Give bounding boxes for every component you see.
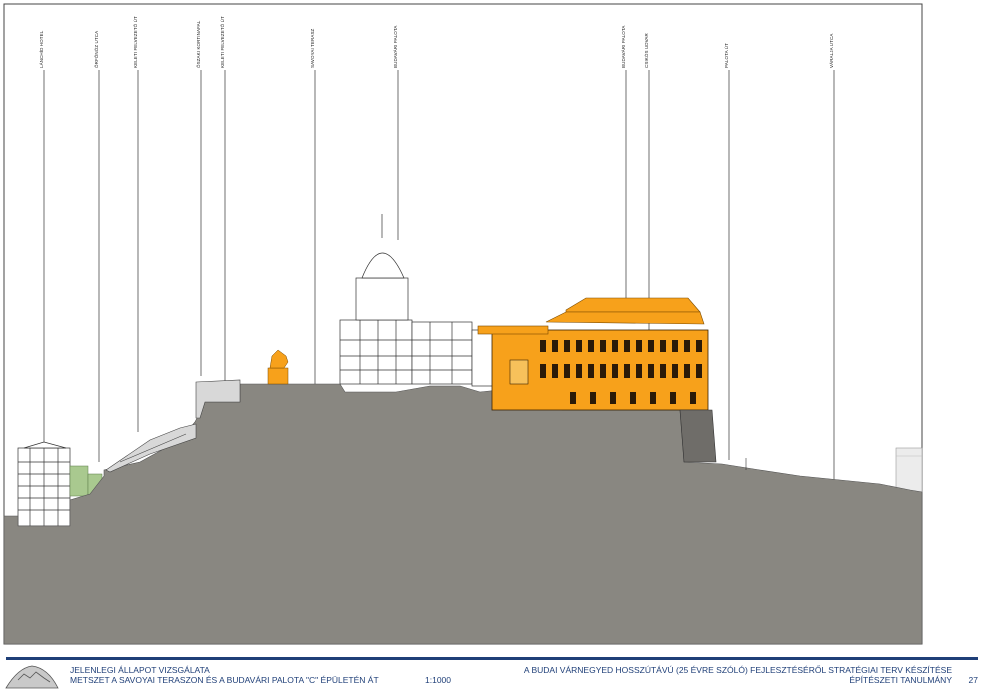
statue bbox=[267, 349, 289, 385]
label-varalja-utca: VÁRALJA UTCA bbox=[829, 33, 834, 68]
label-orfonoz-utca: ŐRFŐNÖZ UTCA bbox=[94, 30, 99, 68]
project-subtitle: ÉPÍTÉSZETI TANULMÁNY bbox=[849, 675, 952, 685]
palace-c-building bbox=[477, 297, 709, 411]
label-csikos-udvar: CSIKÓS UDVAR bbox=[644, 33, 649, 68]
label-palota-ut: PALOTA ÚT bbox=[724, 43, 729, 68]
scale-label: 1:1000 bbox=[425, 675, 451, 685]
label-keleti-felvezeto-2: KELETI FELVEZETŐ ÚT bbox=[220, 16, 225, 68]
castle-hill-logo-icon bbox=[5, 665, 59, 689]
footer-rule bbox=[6, 657, 978, 660]
label-budavari-palota-2: BUDAVÁRI PALOTA bbox=[621, 25, 626, 68]
footer-right: A BUDAI VÁRNEGYED HOSSZÚTÁVÚ (25 ÉVRE SZ… bbox=[524, 665, 952, 685]
right-back-building bbox=[895, 447, 923, 493]
lanchid-hotel bbox=[17, 441, 71, 527]
label-savoyai-terasz: SAVOYAI TERASZ bbox=[310, 28, 315, 68]
label-lanchid-hotel: LÁNCHÍD HOTEL bbox=[39, 30, 44, 68]
dome-wing bbox=[339, 214, 495, 387]
label-budavari-palota-1: BUDAVÁRI PALOTA bbox=[393, 25, 398, 68]
label-keleti-felvezeto-1: KELETI FELVEZETŐ ÚT bbox=[133, 16, 138, 68]
page-number: 27 bbox=[968, 675, 978, 685]
project-title: A BUDAI VÁRNEGYED HOSSZÚTÁVÚ (25 ÉVRE SZ… bbox=[523, 665, 952, 675]
footer-title: JELENLEGI ÁLLAPOT VIZSGÁLATA bbox=[70, 665, 210, 675]
section-drawing bbox=[3, 3, 923, 645]
label-eszaki-kortinafal: ŐSZAKI KORTINAFAL bbox=[196, 20, 201, 68]
footer-subtitle: METSZET A SAVOYAI TERASZON ÉS A BUDAVÁRI… bbox=[70, 675, 379, 685]
footer-left: JELENLEGI ÁLLAPOT VIZSGÁLATA METSZET A S… bbox=[70, 665, 379, 685]
terrain-section bbox=[3, 383, 923, 645]
retaining-wall bbox=[679, 409, 717, 463]
